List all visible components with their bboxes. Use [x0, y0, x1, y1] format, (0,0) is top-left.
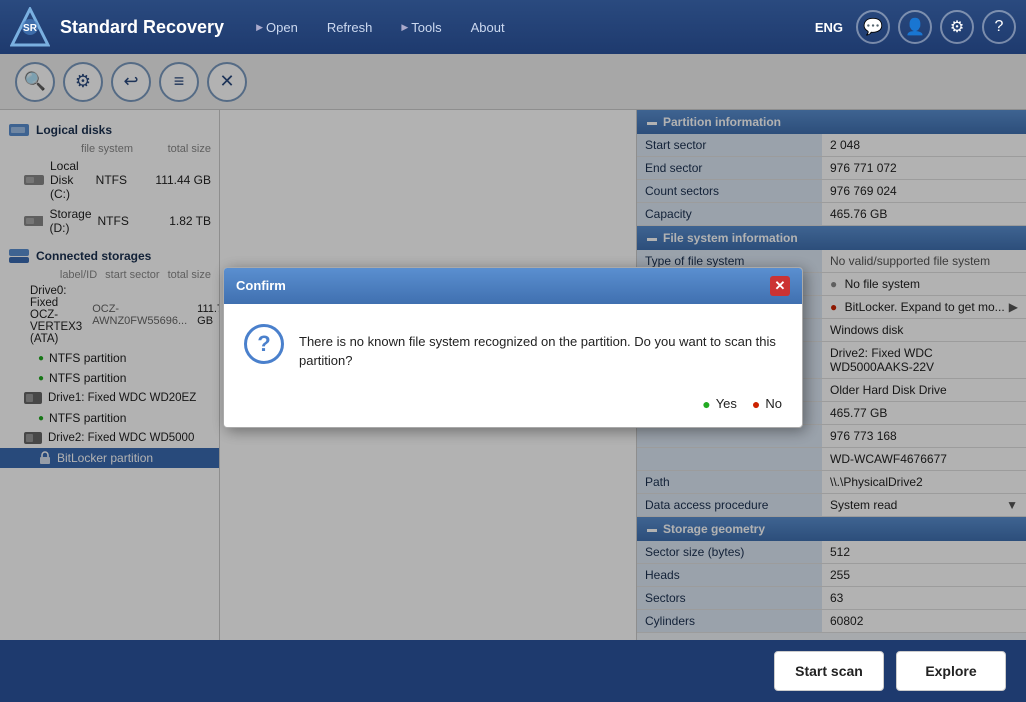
menu-open[interactable]: ▶ Open — [244, 14, 310, 41]
user-button[interactable]: 👤 — [898, 10, 932, 44]
logo: SR Standard Recovery — [10, 7, 224, 47]
bottom-bar: Start scan Explore — [0, 640, 1026, 702]
svg-text:SR: SR — [23, 23, 38, 34]
menu-about[interactable]: About — [459, 14, 517, 41]
help-button[interactable]: ? — [982, 10, 1016, 44]
yes-dot-icon: ● — [702, 396, 710, 412]
menu-refresh[interactable]: Refresh — [315, 14, 385, 41]
header: SR Standard Recovery ▶ Open Refresh ▶ To… — [0, 0, 1026, 54]
modal-footer: ● Yes ● No — [224, 386, 802, 427]
header-right: ENG 💬 👤 ⚙ ? — [815, 10, 1016, 44]
modal-message: There is no known file system recognized… — [299, 324, 782, 371]
modal-title: Confirm — [236, 278, 286, 293]
chat-button[interactable]: 💬 — [856, 10, 890, 44]
header-menu: ▶ Open Refresh ▶ Tools About — [244, 14, 815, 41]
open-arrow-icon: ▶ — [256, 22, 263, 33]
confirm-modal: Confirm ✕ ? There is no known file syste… — [223, 267, 803, 428]
start-scan-button[interactable]: Start scan — [774, 651, 884, 691]
language-selector[interactable]: ENG — [815, 20, 843, 35]
modal-yes-button[interactable]: ● Yes — [702, 396, 737, 412]
modal-header: Confirm ✕ — [224, 268, 802, 304]
modal-body: ? There is no known file system recogniz… — [224, 304, 802, 386]
modal-no-button[interactable]: ● No — [752, 396, 782, 412]
no-dot-icon: ● — [752, 396, 760, 412]
modal-close-button[interactable]: ✕ — [770, 276, 790, 296]
app-title: Standard Recovery — [60, 17, 224, 38]
modal-overlay: Confirm ✕ ? There is no known file syste… — [0, 54, 1026, 640]
logo-icon: SR — [10, 7, 50, 47]
tools-arrow-icon: ▶ — [401, 22, 408, 33]
menu-tools[interactable]: ▶ Tools — [389, 14, 453, 41]
modal-question-icon: ? — [244, 324, 284, 364]
explore-button[interactable]: Explore — [896, 651, 1006, 691]
settings-button[interactable]: ⚙ — [940, 10, 974, 44]
